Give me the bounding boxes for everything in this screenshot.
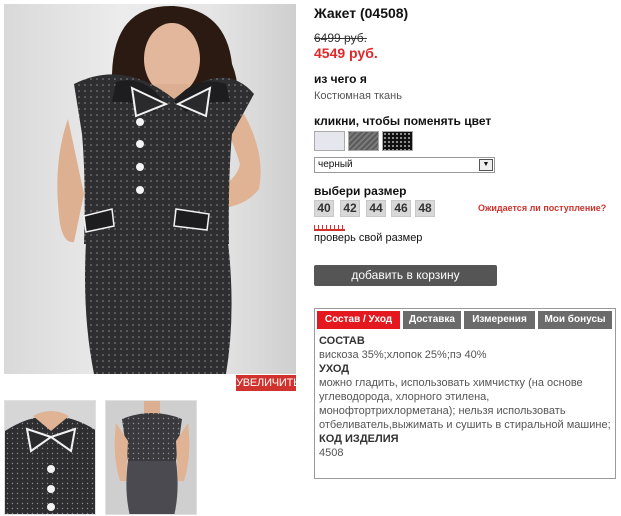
tab-delivery[interactable]: Доставка: [403, 311, 462, 329]
chevron-down-icon[interactable]: ▼: [479, 159, 493, 171]
material-label: из чего я: [314, 72, 367, 86]
color-swatch-grey[interactable]: [348, 131, 379, 151]
ruler-icon[interactable]: [314, 225, 345, 231]
composition-text: вискоза 35%;хлопок 25%;пэ 40%: [319, 349, 487, 361]
zoom-button[interactable]: УВЕЛИЧИТЬ: [236, 375, 300, 391]
tab-measurements[interactable]: Измерения: [464, 311, 536, 329]
tabs-bar: Состав / Уход Доставка Измерения Мои бон…: [317, 311, 613, 329]
size-option[interactable]: 44: [366, 200, 386, 217]
tab-bonuses[interactable]: Мои бонусы: [538, 311, 613, 329]
size-option[interactable]: 48: [415, 200, 435, 217]
product-title: Жакет (04508): [314, 5, 409, 21]
thumbnail-back-view[interactable]: [105, 400, 197, 515]
details-tabs-panel: Состав / Уход Доставка Измерения Мои бон…: [314, 308, 616, 479]
add-to-cart-button[interactable]: добавить в корзину: [314, 265, 497, 286]
size-label: выбери размер: [314, 184, 407, 198]
color-swatch-light[interactable]: [314, 131, 345, 151]
size-check-link[interactable]: проверь свой размер: [314, 232, 422, 244]
code-heading: КОД ИЗДЕЛИЯ: [319, 433, 399, 445]
tab-composition-care[interactable]: Состав / Уход: [317, 311, 401, 329]
old-price: 6499 руб.: [314, 31, 367, 45]
new-price: 4549 руб.: [314, 45, 378, 61]
color-select-value: черный: [318, 159, 353, 170]
thumbnail-front-detail[interactable]: [4, 400, 96, 515]
main-product-photo[interactable]: [4, 4, 296, 374]
composition-heading: СОСТАВ: [319, 335, 365, 347]
size-option[interactable]: 42: [340, 200, 360, 217]
material-value: Костюмная ткань: [314, 90, 402, 102]
tab-content: СОСТАВ вискоза 35%;хлопок 25%;пэ 40% УХО…: [319, 334, 611, 460]
size-option[interactable]: 40: [314, 200, 334, 217]
availability-link[interactable]: Ожидается ли поступление?: [478, 203, 606, 213]
care-text: можно гладить, использовать химчистку (н…: [319, 377, 611, 431]
care-heading: УХОД: [319, 363, 350, 375]
code-value: 4508: [319, 447, 344, 459]
size-option[interactable]: 46: [391, 200, 411, 217]
color-label: кликни, чтобы поменять цвет: [314, 114, 492, 128]
color-select[interactable]: черный ▼: [314, 157, 495, 173]
color-swatch-black[interactable]: [382, 131, 413, 151]
